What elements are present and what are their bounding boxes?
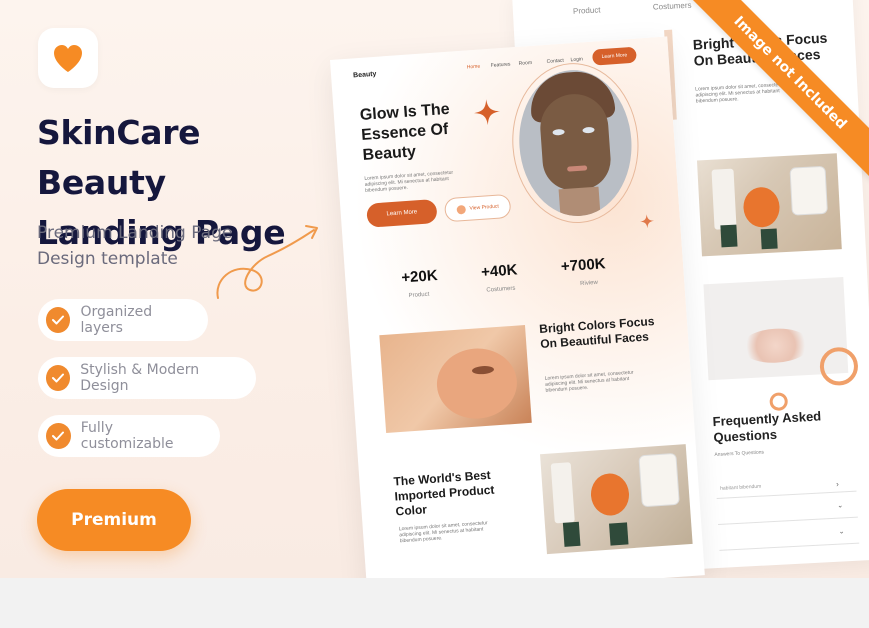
chevron-down-icon[interactable]: ⌄ [837,501,843,509]
bottom-strip [0,578,869,628]
section-imported-product-title: The World's Best Imported Product Color [393,467,495,519]
sparkle-icon [640,214,655,229]
faq-subtitle: Answers To Questions [714,449,765,459]
view-product-label: View Product [469,203,500,212]
mockup-nav-room[interactable]: Room [519,60,533,67]
feature-stylish-design: Stylish & Modern Design [38,357,256,399]
heart-icon [54,45,82,72]
ring-decoration [818,346,859,387]
stat-value-products: +20K [400,267,439,287]
chevron-down-icon[interactable]: ⌄ [838,527,844,535]
feature-label: Fully customizable [80,420,174,452]
mockup-hero-learn-more-button[interactable]: Learn More [366,198,438,228]
feature-label: Organized layers [80,304,153,336]
products-photo [696,153,842,257]
premium-button[interactable]: Premium [37,489,191,551]
ring-decoration [769,392,789,412]
mockup-learn-more-button[interactable]: Learn More [591,46,637,66]
products-photo [540,444,693,555]
face-closeup-photo [379,325,532,433]
faq-divider [716,490,857,499]
feature-label: Stylish & Modern Design [80,362,200,394]
back-nav-item[interactable]: Costumers [653,1,692,12]
stat-value-reviews: +700K [560,255,607,276]
feature-organized-layers: Organized layers [38,299,208,341]
heart-tile [38,28,98,88]
back-nav-item[interactable]: Product [573,5,601,15]
title-line-1: SkinCare Beauty [37,113,201,202]
sparkle-icon [474,99,500,126]
curly-arrow-icon [216,225,318,299]
stat-label-reviews: Riview [580,279,599,288]
check-icon [46,365,71,391]
mockup-view-product-button[interactable]: View Product [443,193,512,223]
stat-value-customers: +40K [480,261,518,281]
faq-divider [719,542,860,551]
faq-row-text[interactable]: habitant bibendum [720,484,761,492]
chevron-right-icon[interactable]: › [836,480,839,489]
check-icon [46,423,71,449]
front-mockup: Beauty Home Features Room Contact Login … [330,36,705,578]
faq-title: Frequently Asked Questions [712,408,822,446]
mockup-nav-home[interactable]: Home [467,64,481,71]
faq-divider [718,516,858,525]
feature-customizable: Fully customizable [38,415,220,457]
preview-canvas: SkinCare Beauty Landing Page Premium Lan… [0,0,869,578]
check-icon [46,307,71,333]
play-icon [456,204,466,215]
